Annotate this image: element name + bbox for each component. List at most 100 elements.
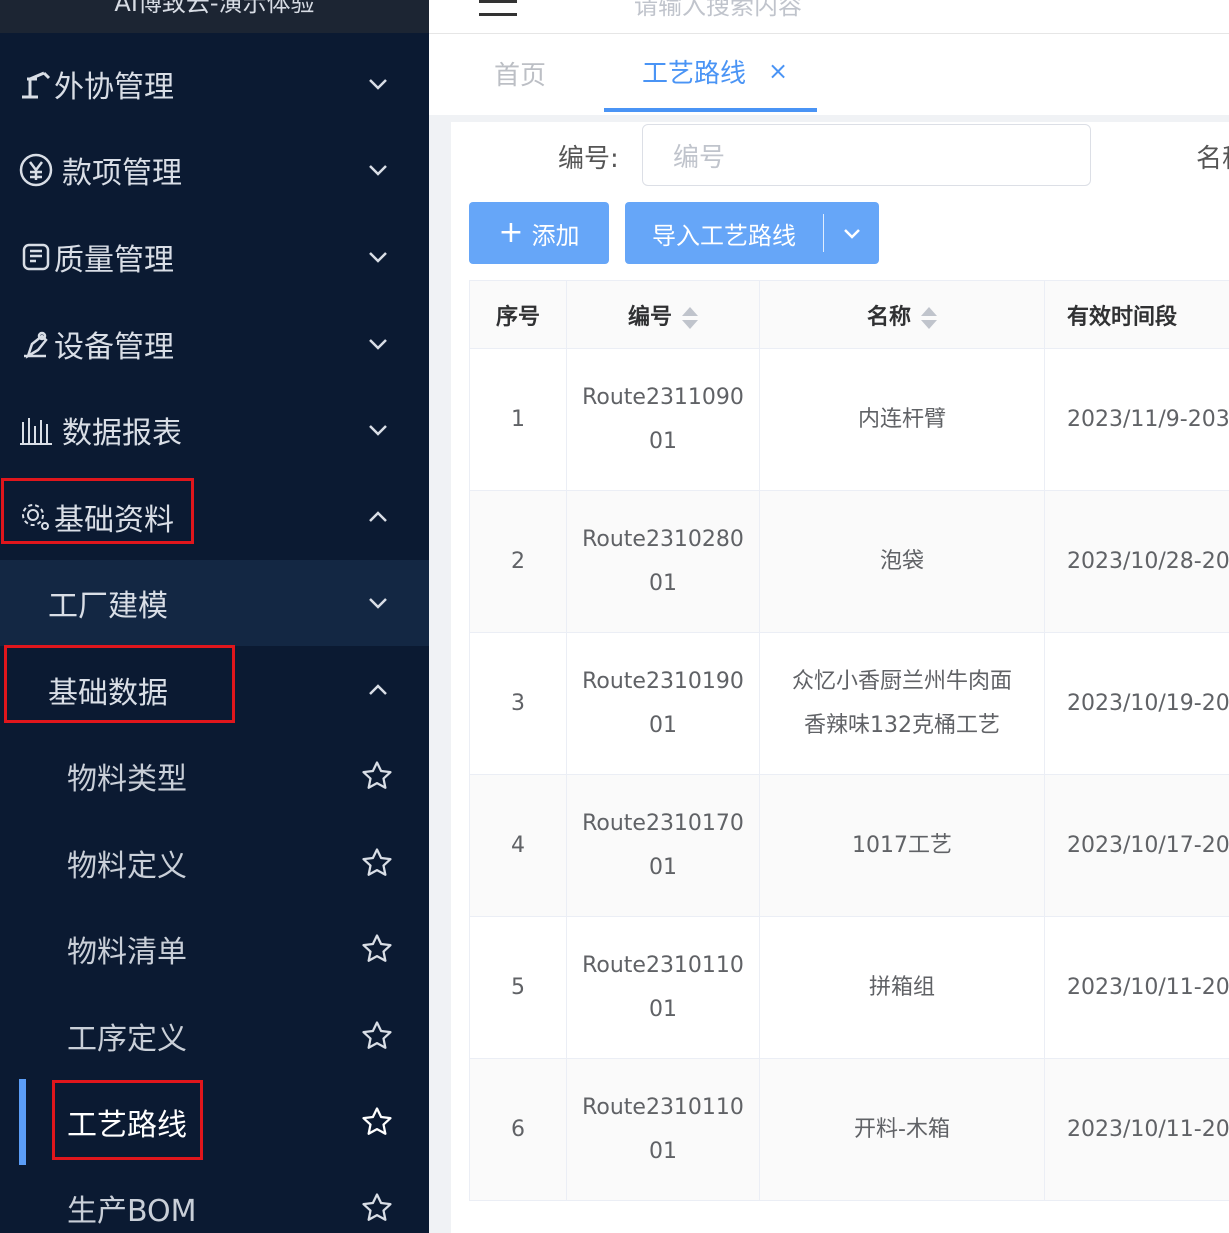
tab-home[interactable]: 首页 [494, 34, 546, 112]
sidebar-item-material-definition[interactable]: 物料定义 [0, 820, 429, 906]
sidebar-item-label: 质量管理 [54, 243, 174, 278]
cell-period: 2023/10/11-203 [1044, 916, 1229, 1059]
sidebar-item-label: 物料清单 [67, 935, 187, 970]
cell-name-line: 内连杆臂 [857, 406, 946, 432]
cell-name: 拼箱组 [759, 916, 1045, 1059]
sidebar-item-material-type[interactable]: 物料类型 [0, 733, 429, 819]
chevron-up-icon [366, 678, 390, 702]
sidebar-item-label: 数据报表 [62, 416, 182, 451]
header-label: 有效时间段 [1067, 304, 1178, 330]
chevron-down-icon [366, 418, 390, 442]
star-icon[interactable] [359, 845, 395, 881]
table-row[interactable]: 1 Route2311090 01 内连杆臂 2023/11/9-203 [469, 348, 1229, 491]
import-route-button[interactable]: 导入工艺路线 [625, 202, 879, 264]
column-header-period: 有效时间段 [1044, 280, 1229, 349]
cell-index: 2 [469, 490, 567, 633]
column-header-code[interactable]: 编号 [566, 280, 760, 349]
sidebar-item-payments[interactable]: 款项管理 [0, 127, 429, 213]
route-table: 序号 编号 名称 有效时间段 1 Route2311090 01 内连杆臂 202… [469, 280, 1229, 1201]
cell-name: 1017工艺 [759, 774, 1045, 917]
highlight-box [1, 478, 194, 544]
sidebar-item-reports[interactable]: 数据报表 [0, 387, 429, 473]
table-row[interactable]: 3 Route2310190 01 众忆小香厨兰州牛肉面 香辣味132克桶工艺 20… [469, 632, 1229, 775]
cell-code-line: 01 [649, 570, 677, 596]
sidebar-item-label: 工厂建模 [48, 589, 168, 624]
column-header-name[interactable]: 名称 [759, 280, 1045, 349]
cell-code-line: Route2311090 [582, 384, 744, 410]
cell-index: 4 [469, 774, 567, 917]
add-button[interactable]: + 添加 [469, 202, 609, 264]
tab-process-route[interactable]: 工艺路线 × [604, 34, 817, 112]
table-row[interactable]: 6 Route2310110 01 开料-木箱 2023/10/11-203 [469, 1058, 1229, 1201]
plus-icon: + [498, 215, 524, 250]
cell-period: 2023/11/9-203 [1044, 348, 1229, 491]
cell-code: Route2310110 01 [566, 1058, 760, 1201]
cell-index: 6 [469, 1058, 567, 1201]
cell-code-line: 01 [649, 854, 677, 880]
global-search-input[interactable]: 请输入搜索内容 [634, 0, 802, 21]
sidebar-item-label: 生产BOM [67, 1194, 197, 1229]
yen-circle-icon [18, 152, 54, 188]
cell-code-line: 01 [649, 712, 677, 738]
cell-period: 2023/10/19-203 [1044, 632, 1229, 775]
cell-name: 众忆小香厨兰州牛肉面 香辣味132克桶工艺 [759, 632, 1045, 775]
cell-code-line: 01 [649, 1138, 677, 1164]
star-icon[interactable] [359, 758, 395, 794]
sort-icon[interactable] [682, 306, 698, 329]
sidebar-item-factory-modeling[interactable]: 工厂建模 [0, 560, 429, 646]
cell-code: Route2310190 01 [566, 632, 760, 775]
table-row[interactable]: 5 Route2310110 01 拼箱组 2023/10/11-203 [469, 916, 1229, 1059]
cell-code-line: Route2310280 [582, 526, 744, 552]
cell-name-line: 拼箱组 [868, 974, 935, 1000]
hamburger-menu-icon[interactable] [479, 0, 517, 18]
sidebar: AI博致云-演示体验 外协管理 款项管理 质量管理 设备管理 数据报表 基础资料… [0, 0, 429, 1233]
sidebar-item-quality[interactable]: 质量管理 [0, 214, 429, 300]
star-icon[interactable] [359, 931, 395, 967]
cell-code-line: Route2310110 [582, 952, 744, 978]
cell-name: 泡袋 [759, 490, 1045, 633]
chevron-down-icon [366, 158, 390, 182]
sort-icon[interactable] [921, 306, 937, 329]
cell-code-line: 01 [649, 996, 677, 1022]
cell-name-line: 香辣味132克桶工艺 [804, 712, 1000, 738]
topbar: 请输入搜索内容 [429, 0, 1229, 33]
sidebar-item-label: 工序定义 [67, 1022, 187, 1057]
button-divider [823, 214, 824, 252]
cell-name-line: 泡袋 [879, 548, 924, 574]
cell-code-line: 01 [649, 428, 677, 454]
chevron-down-icon[interactable] [824, 228, 879, 239]
tab-label: 工艺路线 [642, 58, 747, 89]
table-row[interactable]: 4 Route2310170 01 1017工艺 2023/10/17-203 [469, 774, 1229, 917]
star-icon[interactable] [359, 1190, 395, 1226]
chevron-down-icon [366, 332, 390, 356]
cell-period: 2023/10/17-203 [1044, 774, 1229, 917]
quality-icon [18, 239, 54, 275]
tabs-bar: 首页 工艺路线 × [429, 33, 1229, 115]
cell-code: Route2310280 01 [566, 490, 760, 633]
add-button-label: 添加 [531, 221, 580, 250]
sidebar-item-outsourcing[interactable]: 外协管理 [0, 41, 429, 127]
sidebar-item-material-list[interactable]: 物料清单 [0, 906, 429, 992]
star-icon[interactable] [359, 1104, 395, 1140]
cell-period: 2023/10/28-203 [1044, 490, 1229, 633]
chevron-down-icon [366, 591, 390, 615]
cell-code: Route2310110 01 [566, 916, 760, 1059]
code-filter-label: 编号: [558, 144, 619, 174]
star-icon[interactable] [359, 1018, 395, 1054]
cell-name: 开料-木箱 [759, 1058, 1045, 1201]
sidebar-item-equipment[interactable]: 设备管理 [0, 301, 429, 387]
highlight-box [4, 645, 235, 723]
table-row[interactable]: 2 Route2310280 01 泡袋 2023/10/28-203 [469, 490, 1229, 633]
sidebar-item-label: 设备管理 [54, 330, 174, 365]
sidebar-item-process-definition[interactable]: 工序定义 [0, 993, 429, 1079]
header-label: 名称 [866, 304, 911, 330]
sidebar-item-production-bom[interactable]: 生产BOM [0, 1165, 429, 1233]
chevron-down-icon [366, 245, 390, 269]
code-filter-input[interactable]: 编号 [642, 124, 1091, 186]
chart-bars-icon [18, 412, 54, 448]
close-icon[interactable]: × [768, 57, 788, 85]
app-title: AI博致云-演示体验 [0, 0, 429, 33]
chevron-down-icon [366, 72, 390, 96]
cell-name: 内连杆臂 [759, 348, 1045, 491]
highlight-box [52, 1080, 203, 1160]
